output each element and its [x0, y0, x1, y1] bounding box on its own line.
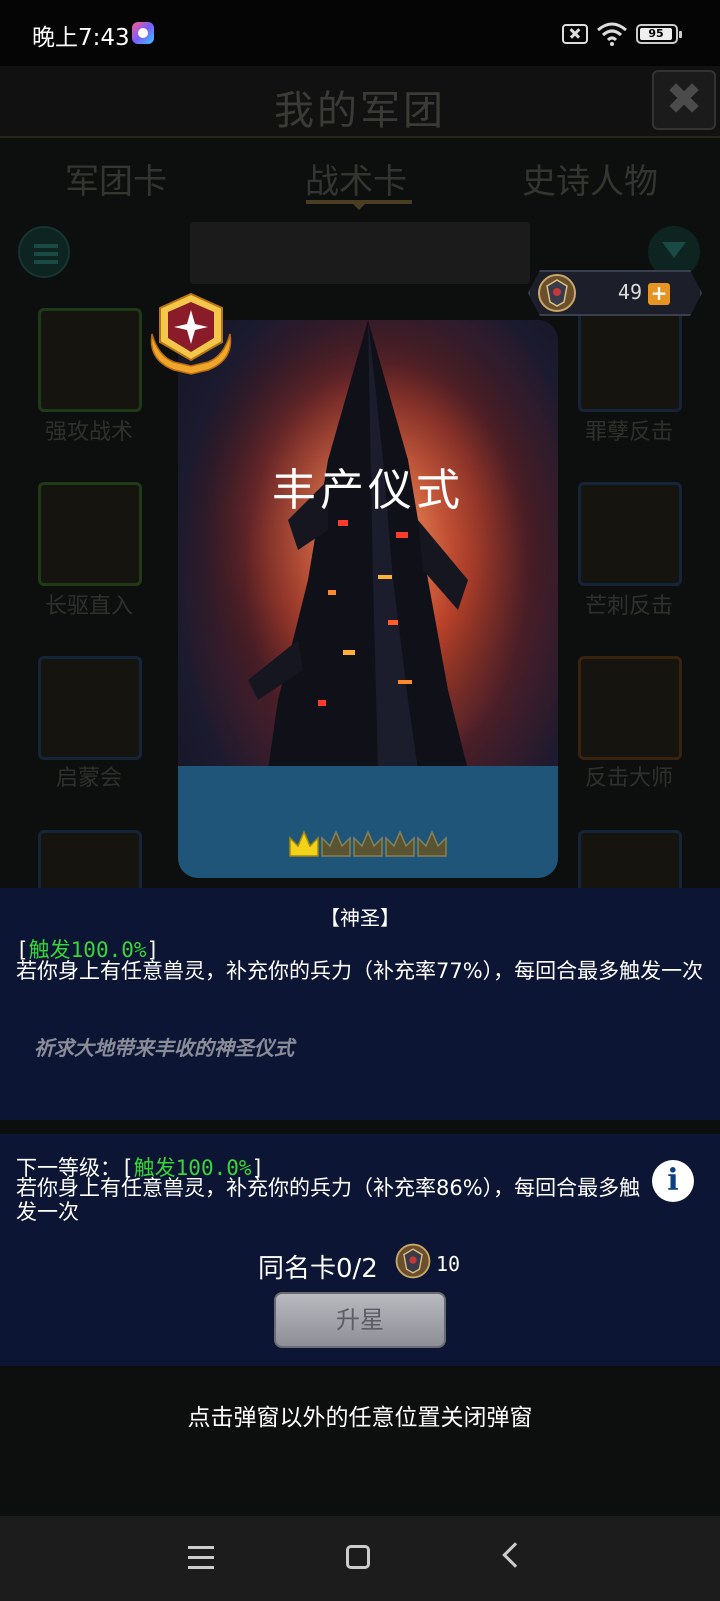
bg-search-field [190, 222, 530, 284]
bg-card-label: 强攻战术 [44, 420, 133, 445]
close-hint: 点击弹窗以外的任意位置关闭弹窗 [187, 1405, 533, 1431]
bg-header: 我的军团 ✖ [0, 66, 720, 138]
battery-level: 95 [640, 28, 672, 40]
bg-card [38, 308, 142, 412]
app-notification-icon [132, 22, 154, 44]
tactic-card [178, 320, 558, 878]
menu-icon[interactable] [188, 1546, 214, 1576]
bg-card [38, 656, 142, 760]
bg-card-label: 启蒙会 [55, 766, 122, 791]
bg-close-icon: ✖ [652, 70, 716, 130]
upgrade-star-button[interactable]: 升星 [274, 1292, 446, 1348]
bg-card-label: 反击大师 [584, 766, 673, 791]
crown-star-empty-icon [417, 830, 447, 857]
bg-tab-legion-cards: 军团卡 [65, 162, 167, 202]
bg-card [578, 482, 682, 586]
upgrade-cost: 10 [436, 1252, 461, 1276]
bg-card [38, 482, 142, 586]
star-rating [289, 830, 447, 857]
bg-tab-epic-characters: 史诗人物 [522, 162, 658, 202]
card-name-bar [178, 766, 558, 878]
crown-star-empty-icon [353, 830, 383, 857]
rank-badge-icon [150, 292, 232, 375]
flavor-text: 祈求大地带来丰收的神圣仪式 [34, 1036, 294, 1060]
same-card-count: 同名卡0/2 [258, 1254, 378, 1284]
bg-tab-indicator [306, 200, 412, 210]
bg-card [578, 656, 682, 760]
card-trait: 【神圣】 [320, 906, 400, 930]
bg-tab-tactic-cards: 战术卡 [305, 162, 407, 202]
card-name: 丰产仪式 [272, 465, 464, 516]
bg-card-label: 长驱直入 [44, 594, 133, 619]
card-artwork [178, 320, 558, 770]
status-bar: 晚上7:43 95 [0, 0, 720, 66]
crest-currency-icon [395, 1243, 431, 1279]
wifi-icon [597, 22, 627, 46]
currency-value: 49 [617, 280, 642, 304]
effect-description: 若你身上有任意兽灵，补充你的兵力（补充率77%），每回合最多触发一次 [16, 959, 704, 983]
info-icon[interactable]: i [652, 1160, 694, 1202]
add-currency-button[interactable]: + [648, 283, 670, 305]
next-level-description: 若你身上有任意兽灵，补充你的兵力（补充率86%），每回合最多触发一次 [16, 1176, 641, 1224]
bg-card-label: 芒刺反击 [584, 594, 673, 619]
crown-star-filled-icon [289, 830, 319, 857]
bg-card-label: 罪孽反击 [584, 420, 673, 445]
bg-card [578, 308, 682, 412]
battery-icon: 95 [636, 24, 682, 44]
home-icon[interactable] [346, 1545, 370, 1569]
crest-currency-icon [538, 274, 576, 312]
crown-star-empty-icon [385, 830, 415, 857]
no-sim-icon [562, 24, 588, 44]
crown-star-empty-icon [321, 830, 351, 857]
status-time: 晚上7:43 [32, 25, 130, 51]
bg-list-icon [18, 226, 70, 278]
bg-page-title: 我的军团 [274, 88, 446, 134]
